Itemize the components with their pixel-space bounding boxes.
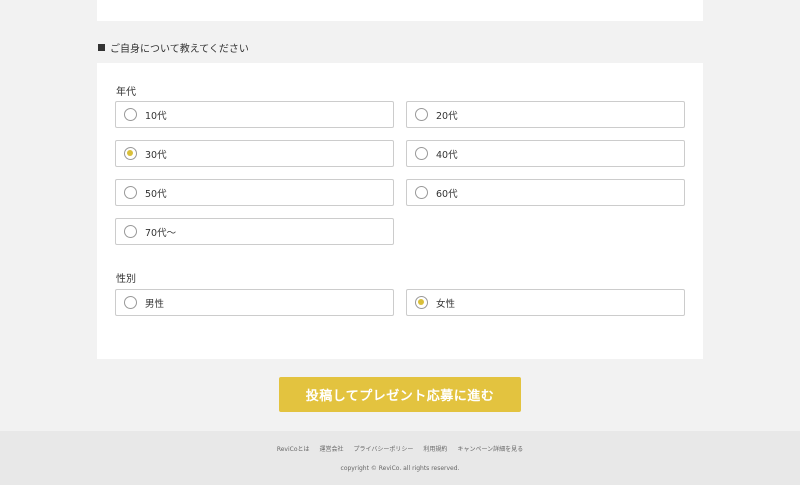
radio-icon[interactable] (124, 225, 137, 238)
submit-button[interactable]: 投稿してプレゼント応募に進む (279, 377, 521, 412)
age-option-label: 60代 (436, 188, 458, 200)
footer-link-company[interactable]: 運営会社 (320, 444, 344, 453)
radio-icon[interactable] (415, 147, 428, 160)
gender-option-label: 男性 (145, 298, 165, 310)
gender-group-label: 性別 (116, 274, 136, 285)
age-option-30s[interactable]: 30代 (115, 140, 394, 167)
footer-link-campaign[interactable]: キャンペーン詳細を見る (457, 444, 523, 453)
age-option-label: 30代 (145, 149, 167, 161)
square-bullet-icon (98, 43, 105, 51)
age-option-label: 50代 (145, 188, 167, 200)
previous-form-card (97, 0, 703, 21)
age-option-label: 10代 (145, 110, 167, 122)
gender-option-label: 女性 (436, 298, 456, 310)
radio-icon[interactable] (124, 296, 137, 309)
age-group-label: 年代 (116, 87, 136, 98)
footer-link-about[interactable]: ReviCoとは (277, 444, 310, 453)
section-heading: ご自身について教えてください (98, 40, 249, 55)
footer-links: ReviCoとは 運営会社 プライバシーポリシー 利用規約 キャンペーン詳細を見… (0, 444, 800, 453)
radio-selected-icon[interactable] (415, 296, 428, 309)
age-option-label: 40代 (436, 149, 458, 161)
gender-option-male[interactable]: 男性 (115, 289, 394, 316)
section-heading-text: ご自身について教えてください (110, 43, 249, 55)
age-option-50s[interactable]: 50代 (115, 179, 394, 206)
radio-icon[interactable] (124, 108, 137, 121)
radio-selected-icon[interactable] (124, 147, 137, 160)
radio-icon[interactable] (415, 186, 428, 199)
age-option-70s-plus[interactable]: 70代〜 (115, 218, 394, 245)
radio-icon[interactable] (415, 108, 428, 121)
copyright-text: copyright © ReviCo. all rights reserved. (340, 465, 460, 472)
radio-icon[interactable] (124, 186, 137, 199)
age-option-40s[interactable]: 40代 (406, 140, 685, 167)
age-option-label: 70代〜 (145, 227, 177, 239)
footer-link-privacy[interactable]: プライバシーポリシー (354, 444, 414, 453)
footer-link-terms[interactable]: 利用規約 (423, 444, 447, 453)
age-option-60s[interactable]: 60代 (406, 179, 685, 206)
age-option-20s[interactable]: 20代 (406, 101, 685, 128)
age-option-10s[interactable]: 10代 (115, 101, 394, 128)
gender-option-female[interactable]: 女性 (406, 289, 685, 316)
age-option-label: 20代 (436, 110, 458, 122)
footer: ReviCoとは 運営会社 プライバシーポリシー 利用規約 キャンペーン詳細を見… (0, 431, 800, 485)
